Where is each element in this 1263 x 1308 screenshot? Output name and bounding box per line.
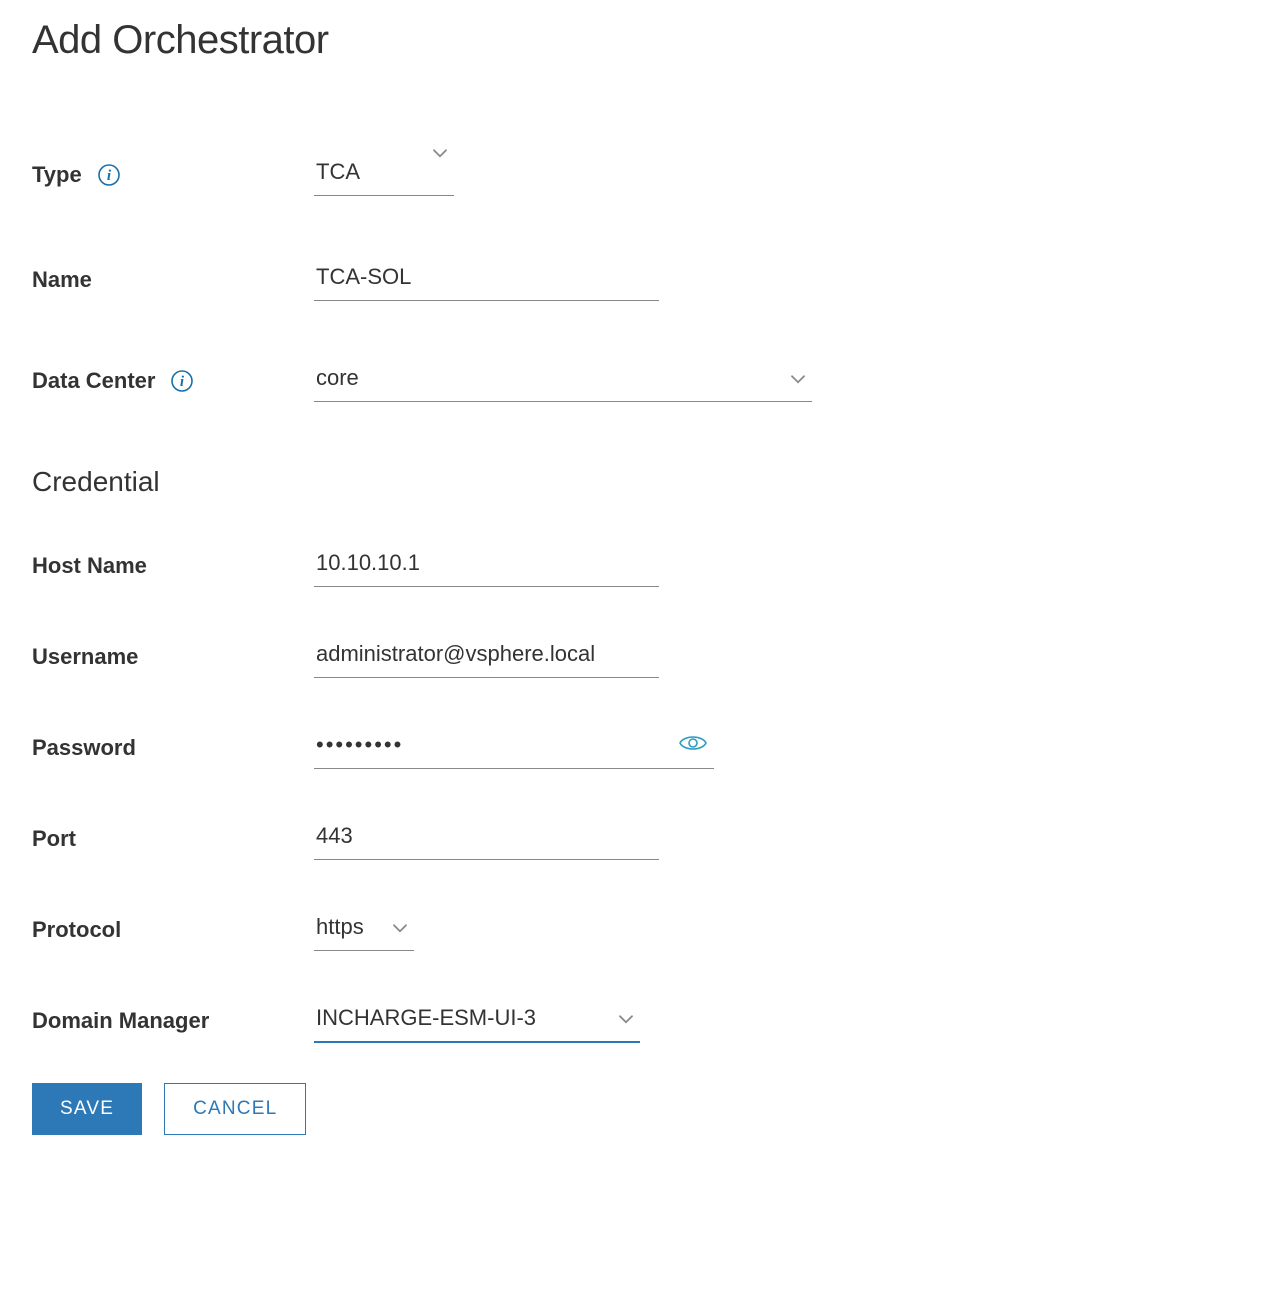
label-name: Name xyxy=(32,267,92,293)
credential-header: Credential xyxy=(32,466,1231,498)
row-port: Port xyxy=(32,817,1231,860)
row-name: Name xyxy=(32,258,1231,301)
label-port: Port xyxy=(32,826,76,852)
name-input[interactable] xyxy=(314,258,659,301)
save-button[interactable]: SAVE xyxy=(32,1083,142,1135)
row-host-name: Host Name xyxy=(32,544,1231,587)
button-row: SAVE CANCEL xyxy=(32,1083,1231,1135)
row-username: Username xyxy=(32,635,1231,678)
port-input[interactable] xyxy=(314,817,659,860)
row-password: Password xyxy=(32,726,1231,769)
label-host-name: Host Name xyxy=(32,553,147,579)
username-input[interactable] xyxy=(314,635,659,678)
eye-icon[interactable] xyxy=(678,733,708,758)
label-password: Password xyxy=(32,735,136,761)
svg-text:i: i xyxy=(107,168,112,184)
label-type: Type xyxy=(32,162,82,188)
row-protocol: Protocol https xyxy=(32,908,1231,951)
info-icon[interactable]: i xyxy=(96,162,122,188)
label-protocol: Protocol xyxy=(32,917,121,943)
page-title: Add Orchestrator xyxy=(32,18,1231,63)
cancel-button[interactable]: CANCEL xyxy=(164,1083,306,1135)
data-center-select-value[interactable]: core xyxy=(314,359,812,402)
type-select-value[interactable]: TCA xyxy=(314,153,454,196)
domain-manager-select[interactable]: INCHARGE-ESM-UI-3 xyxy=(314,999,640,1043)
info-icon[interactable]: i xyxy=(169,368,195,394)
password-input[interactable] xyxy=(314,726,714,769)
row-data-center: Data Center i core xyxy=(32,359,1231,402)
data-center-select[interactable]: core xyxy=(314,359,812,402)
label-username: Username xyxy=(32,644,138,670)
protocol-select-value[interactable]: https xyxy=(314,908,414,951)
host-name-input[interactable] xyxy=(314,544,659,587)
svg-text:i: i xyxy=(180,374,185,390)
domain-manager-select-value[interactable]: INCHARGE-ESM-UI-3 xyxy=(314,999,640,1043)
row-type: Type i TCA xyxy=(32,153,1231,196)
label-domain-manager: Domain Manager xyxy=(32,1008,209,1034)
row-domain-manager: Domain Manager INCHARGE-ESM-UI-3 xyxy=(32,999,1231,1043)
type-select[interactable]: TCA xyxy=(314,153,454,196)
label-data-center: Data Center xyxy=(32,368,155,394)
protocol-select[interactable]: https xyxy=(314,908,414,951)
